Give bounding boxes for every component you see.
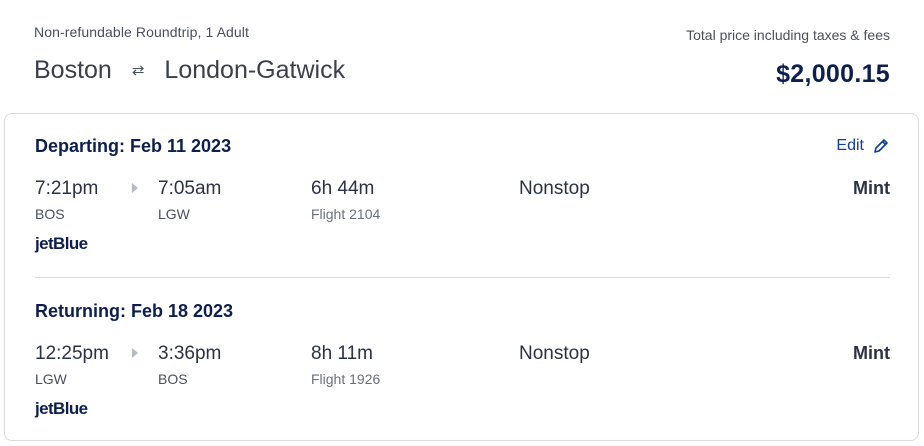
duration: 6h 44m bbox=[311, 178, 375, 199]
chevron-right-icon bbox=[132, 348, 138, 358]
arrive-time: 7:05am bbox=[158, 178, 222, 199]
arrive-code: LGW bbox=[158, 206, 190, 222]
arrive-time: 3:36pm bbox=[158, 343, 222, 364]
swap-arrows-icon: ⇄ bbox=[131, 61, 145, 79]
depart-time: 12:25pm bbox=[35, 343, 109, 364]
depart-code: BOS bbox=[35, 206, 65, 222]
returning-leg: Returning: Feb 18 2023 12:25pm LGW 3:36p… bbox=[35, 301, 890, 418]
edit-label: Edit bbox=[836, 137, 864, 154]
price-section: Total price including taxes & fees bbox=[686, 27, 890, 43]
departing-leg: Departing: Feb 11 2023 Edit 7:21pm BOS 7… bbox=[35, 136, 890, 253]
itinerary-card: Departing: Feb 11 2023 Edit 7:21pm BOS 7… bbox=[4, 113, 919, 441]
stops: Nonstop bbox=[519, 178, 590, 199]
destination-city: London-Gatwick bbox=[164, 56, 346, 84]
depart-time: 7:21pm bbox=[35, 178, 99, 199]
cabin-class: Mint bbox=[853, 343, 890, 363]
chevron-right-icon bbox=[132, 183, 138, 193]
arrive-code: BOS bbox=[158, 371, 188, 387]
edit-button[interactable]: Edit bbox=[836, 137, 890, 155]
jetblue-logo: jetBlue bbox=[35, 399, 88, 419]
leg-divider bbox=[35, 277, 890, 278]
airline-name: jetBlue bbox=[35, 234, 88, 253]
route: Boston ⇄ London-Gatwick bbox=[34, 56, 345, 85]
flight-number: Flight 2104 bbox=[311, 206, 381, 222]
duration: 8h 11m bbox=[311, 343, 373, 364]
origin-city: Boston bbox=[34, 56, 112, 84]
flight-number: Flight 1926 bbox=[311, 371, 381, 387]
leg-title: Returning: Feb 18 2023 bbox=[35, 301, 234, 321]
flight-times: 12:25pm LGW 3:36pm BOS 8h 11m Flight 192… bbox=[35, 343, 890, 387]
leg-title: Departing: Feb 11 2023 bbox=[35, 136, 232, 156]
flight-times: 7:21pm BOS 7:05am LGW 6h 44m Flight 2104… bbox=[35, 178, 890, 222]
pencil-icon bbox=[874, 139, 888, 153]
price-label: Total price including taxes & fees bbox=[686, 27, 890, 43]
stops: Nonstop bbox=[519, 343, 590, 364]
trip-type: Non-refundable Roundtrip, 1 Adult bbox=[34, 24, 249, 40]
depart-code: LGW bbox=[35, 371, 67, 387]
total-price: $2,000.15 bbox=[776, 60, 890, 88]
cabin-class: Mint bbox=[853, 178, 890, 198]
airline-name: jetBlue bbox=[35, 399, 88, 418]
jetblue-logo: jetBlue bbox=[35, 234, 88, 254]
trip-summary: Non-refundable Roundtrip, 1 Adult bbox=[34, 24, 249, 40]
